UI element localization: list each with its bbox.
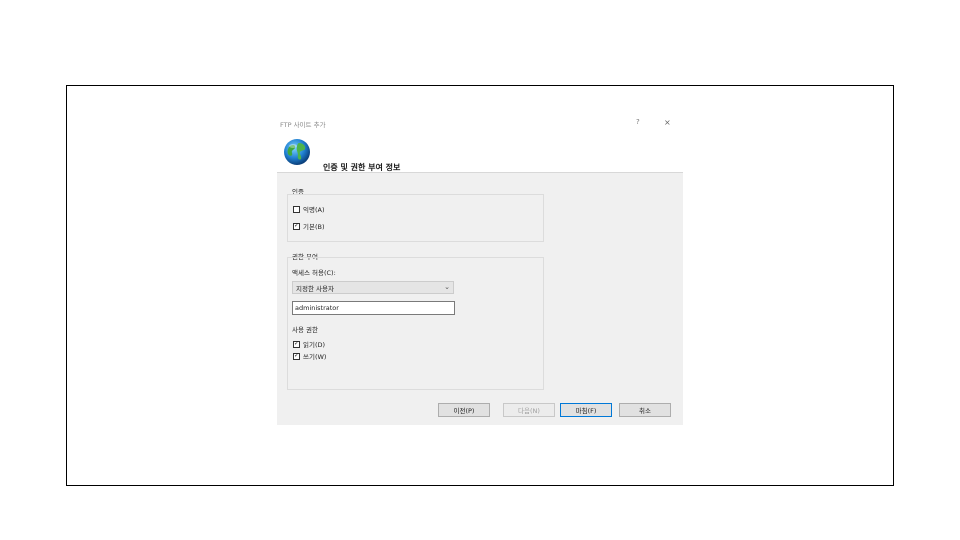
anonymous-label: 익명(A) [303, 206, 325, 214]
access-combobox[interactable]: 지정한 사용자 ⌄ [292, 281, 454, 294]
chevron-down-icon: ⌄ [444, 283, 450, 291]
globe-icon [284, 139, 310, 165]
anonymous-checkbox[interactable] [293, 205, 300, 213]
write-checkbox[interactable]: ✓ [293, 352, 300, 360]
permissions-label: 사용 권한 [292, 326, 318, 334]
dialog-title: FTP 사이트 추가 [280, 121, 326, 129]
next-button[interactable]: 다음(N) [503, 403, 555, 417]
basic-label: 기본(B) [303, 223, 325, 231]
write-row[interactable]: ✓ 쓰기(W) [293, 351, 326, 361]
previous-button[interactable]: 이전(P) [438, 403, 490, 417]
access-selected: 지정한 사용자 [296, 284, 334, 293]
read-checkbox[interactable]: ✓ [293, 340, 300, 348]
basic-row[interactable]: ✓ 기본(B) [293, 221, 325, 231]
dialog-footer: 이전(P) 다음(N) 마침(F) 취소 [277, 400, 683, 425]
authentication-group [287, 194, 544, 242]
cancel-button[interactable]: 취소 [619, 403, 671, 417]
dialog-header: 인증 및 권한 부여 정보 [277, 133, 683, 173]
user-name-input[interactable] [292, 301, 455, 315]
ftp-site-dialog: FTP 사이트 추가 ? × 인증 및 권한 부여 정보 인증 익명(A) ✓ … [277, 115, 683, 425]
anonymous-row[interactable]: 익명(A) [293, 204, 324, 214]
title-bar: FTP 사이트 추가 ? × [277, 115, 683, 133]
dialog-body: 인증 익명(A) ✓ 기본(B) 권한 부여 액세스 허용(C): 지정한 사용… [277, 172, 683, 401]
read-label: 읽기(D) [303, 341, 326, 349]
read-row[interactable]: ✓ 읽기(D) [293, 339, 325, 349]
close-icon[interactable]: × [664, 118, 671, 127]
basic-checkbox[interactable]: ✓ [293, 222, 300, 230]
write-label: 쓰기(W) [303, 353, 327, 361]
finish-button[interactable]: 마침(F) [560, 403, 612, 417]
help-button[interactable]: ? [636, 118, 640, 126]
access-label: 액세스 허용(C): [292, 269, 336, 277]
